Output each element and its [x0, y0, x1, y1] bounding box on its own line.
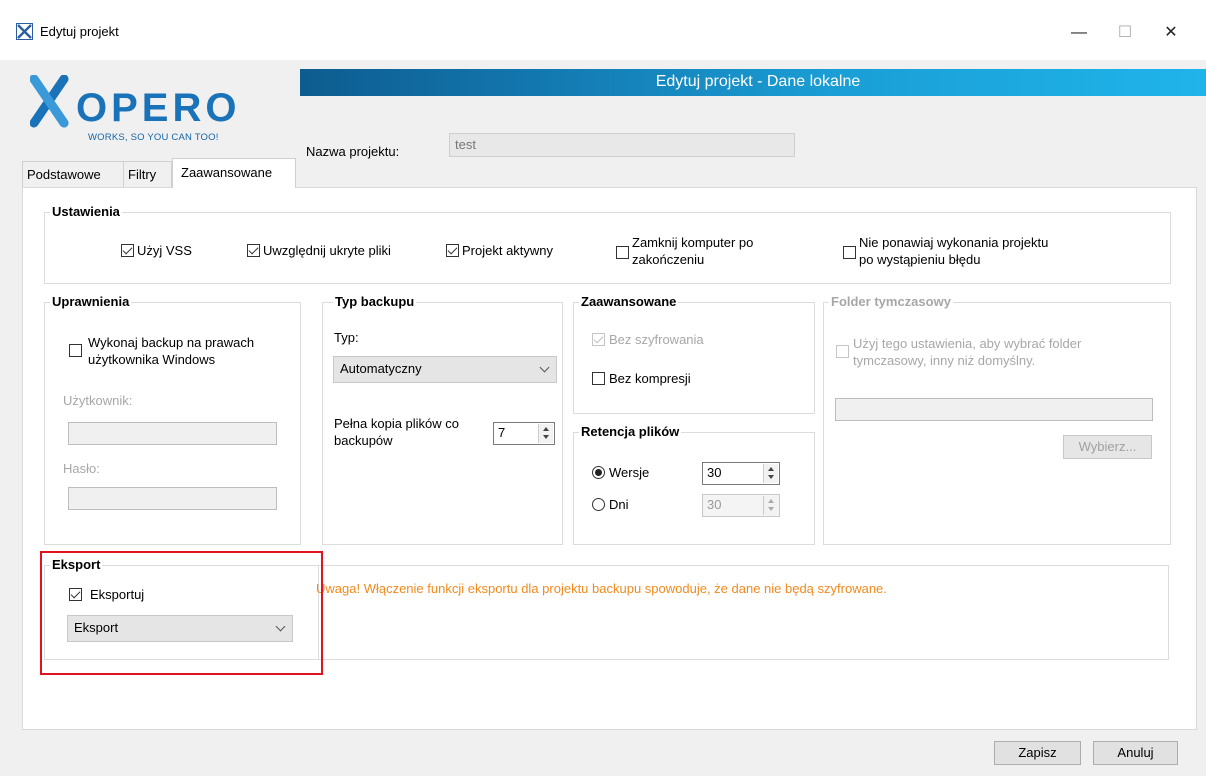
browse-button[interactable]: Wybierz... — [1063, 435, 1152, 459]
use-vss-checkbox[interactable] — [121, 244, 134, 257]
shutdown-checkbox[interactable] — [616, 246, 629, 259]
hidden-files-checkbox[interactable] — [247, 244, 260, 257]
spinner-arrows-icon[interactable] — [763, 496, 778, 515]
user-input[interactable] — [68, 422, 277, 445]
days-label: Dni — [609, 497, 629, 512]
group-title-ustawienia: Ustawienia — [50, 204, 122, 219]
full-copy-label-line1: Pełna kopia plików co — [334, 416, 460, 431]
group-zaawansowane — [573, 302, 815, 414]
backup-type-label: Typ: — [334, 330, 359, 345]
no-retry-label-line1: Nie ponawiaj wykonania projektu — [859, 235, 1049, 250]
save-button[interactable]: Zapisz — [994, 741, 1081, 765]
no-retry-label-line2: po wystąpieniu błędu — [859, 252, 981, 267]
no-compression-checkbox[interactable] — [592, 372, 605, 385]
hidden-files-label: Uwzględnij ukryte pliki — [263, 243, 391, 258]
days-stepper[interactable]: 30 — [702, 494, 780, 517]
project-name-input[interactable]: test — [449, 133, 795, 157]
logo-tagline: WORKS, SO YOU CAN TOO! — [88, 132, 219, 143]
project-active-checkbox[interactable] — [446, 244, 459, 257]
temp-folder-label-line1: Użyj tego ustawienia, aby wybrać folder — [853, 336, 1082, 351]
maximize-button[interactable]: ☐ — [1102, 18, 1148, 48]
full-copy-value: 7 — [498, 425, 506, 440]
cancel-button[interactable]: Anuluj — [1093, 741, 1178, 765]
chevron-down-icon — [539, 362, 550, 373]
title-bar — [0, 0, 1206, 60]
group-title-uprawnienia: Uprawnienia — [50, 294, 132, 309]
days-value: 30 — [707, 497, 722, 512]
tab-zaawansowane[interactable]: Zaawansowane — [172, 158, 296, 188]
tab-podstawowe[interactable]: Podstawowe — [22, 161, 124, 187]
window-title: Edytuj projekt — [40, 24, 119, 39]
versions-stepper[interactable]: 30 — [702, 462, 780, 485]
svg-text:OPERO: OPERO — [76, 86, 240, 130]
temp-folder-label-line2: tymczasowy, inny niż domyślny. — [853, 353, 1036, 368]
group-title-retencja: Retencja plików — [579, 424, 682, 439]
backup-type-value: Automatyczny — [340, 361, 422, 376]
group-title-zaawansowane: Zaawansowane — [579, 294, 679, 309]
shutdown-label-line2: zakończeniu — [632, 252, 705, 267]
no-encryption-label: Bez szyfrowania — [609, 332, 704, 347]
full-copy-label-line2: backupów — [334, 433, 393, 448]
full-copy-stepper[interactable]: 7 — [493, 422, 555, 445]
app-icon — [16, 23, 33, 40]
group-title-typ-backupu: Typ backupu — [333, 294, 417, 309]
minimize-button[interactable]: — — [1056, 18, 1102, 48]
run-as-label-line2: użytkownika Windows — [88, 352, 216, 367]
no-retry-checkbox[interactable] — [843, 246, 856, 259]
run-as-label-line1: Wykonaj backup na prawach — [88, 335, 255, 350]
versions-label: Wersje — [609, 465, 650, 480]
versions-radio[interactable] — [592, 466, 605, 479]
project-active-label: Projekt aktywny — [462, 243, 554, 258]
export-warning: Uwaga! Włączenie funkcji eksportu dla pr… — [316, 581, 887, 596]
group-title-folder-tymczasowy: Folder tymczasowy — [829, 294, 953, 309]
no-encryption-checkbox[interactable] — [592, 333, 605, 346]
header-banner: Edytuj projekt - Dane lokalne — [300, 69, 1206, 96]
password-label: Hasło: — [63, 461, 100, 476]
close-button[interactable]: ✕ — [1148, 18, 1194, 48]
temp-folder-path-input[interactable] — [835, 398, 1153, 421]
no-compression-label: Bez kompresji — [609, 371, 691, 386]
shutdown-label-line1: Zamknij komputer po — [632, 235, 754, 250]
highlight-box — [40, 551, 323, 675]
temp-folder-checkbox[interactable] — [836, 345, 849, 358]
project-name-label: Nazwa projektu: — [306, 144, 400, 159]
group-retencja — [573, 432, 815, 545]
use-vss-label: Użyj VSS — [137, 243, 192, 258]
user-label: Użytkownik: — [63, 393, 133, 408]
backup-type-select[interactable]: Automatyczny — [333, 356, 557, 383]
versions-value: 30 — [707, 465, 722, 480]
spinner-arrows-icon[interactable] — [538, 424, 553, 443]
days-radio[interactable] — [592, 498, 605, 511]
spinner-arrows-icon[interactable] — [763, 464, 778, 483]
run-as-checkbox[interactable] — [69, 344, 82, 357]
tab-filtry[interactable]: Filtry — [123, 161, 172, 187]
password-input[interactable] — [68, 487, 277, 510]
